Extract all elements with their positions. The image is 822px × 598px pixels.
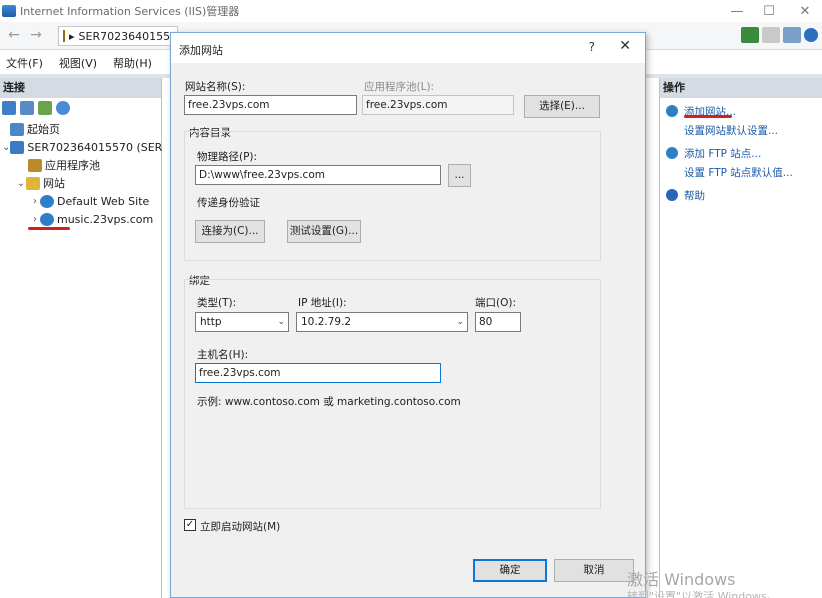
menu-file[interactable]: 文件(F) (6, 55, 43, 71)
host-input[interactable]: free.23vps.com (195, 363, 441, 383)
annotation-underline (28, 227, 70, 230)
help-icon (666, 189, 678, 201)
physical-path-input[interactable]: D:\www\free.23vps.com (195, 165, 441, 185)
connections-tree: 起始页 ⌄ SER702364015570 (SER702 应用程序池 ⌄ 网站… (0, 118, 183, 230)
back-button[interactable]: ← (4, 27, 24, 45)
start-page-icon (10, 122, 24, 136)
connections-panel: 连接 起始页 ⌄ SER702364015570 (SER702 应用程序池 ⌄… (0, 78, 183, 598)
app-pool-input: free.23vps.com (362, 95, 514, 115)
action-group-help: 帮助 (660, 188, 822, 203)
globe-icon (40, 194, 54, 208)
refresh-icon[interactable] (741, 27, 759, 43)
minimize-button[interactable]: — (720, 0, 754, 22)
host-label: 主机名(H): (197, 349, 249, 361)
add-website-dialog: 添加网站 ? ✕ 网站名称(S): free.23vps.com 应用程序池(L… (170, 32, 646, 598)
activation-watermark-sub: 转到"设置"以激活 Windows。 (627, 590, 778, 598)
chevron-down-icon: ⌄ (456, 317, 464, 327)
port-input[interactable]: 80 (475, 312, 521, 332)
window-close-button[interactable]: ✕ (788, 0, 822, 22)
tree-label: SER702364015570 (SER702 (27, 140, 184, 154)
connections-header: 连接 (0, 78, 161, 98)
tree-item-music-site[interactable]: › music.23vps.com (0, 210, 161, 228)
type-label: 类型(T): (197, 297, 237, 309)
tree-item-app-pools[interactable]: 应用程序池 (0, 156, 161, 174)
globe-add-icon (666, 105, 678, 117)
port-label: 端口(O): (475, 297, 516, 309)
activation-watermark: 激活 Windows (627, 570, 736, 589)
address-tools (741, 27, 818, 43)
app-pool-label: 应用程序池(L): (364, 81, 435, 93)
tree-label: music.23vps.com (57, 212, 154, 226)
tree-item-server[interactable]: ⌄ SER702364015570 (SER702 (0, 138, 183, 156)
dialog-titlebar: 添加网站 ? ✕ (171, 33, 645, 63)
connections-icon[interactable] (56, 101, 70, 115)
tree-item-sites[interactable]: ⌄ 网站 (0, 174, 161, 192)
connect-as-button[interactable]: 连接为(C)... (195, 220, 265, 243)
connect-icon[interactable] (2, 101, 16, 115)
tree-label: 网站 (43, 177, 65, 190)
set-ftp-defaults-link[interactable]: 设置 FTP 站点默认值... (684, 165, 793, 180)
dialog-title: 添加网站 (179, 44, 223, 57)
test-settings-button[interactable]: 测试设置(G)... (287, 220, 361, 243)
set-site-defaults-link[interactable]: 设置网站默认设置... (684, 123, 778, 138)
server-icon (63, 30, 65, 42)
physical-path-label: 物理路径(P): (197, 151, 258, 163)
server-node-icon (10, 140, 25, 154)
type-select-value: http (200, 316, 222, 328)
start-now-label[interactable]: 立即启动网站(M) (200, 519, 280, 534)
help-link[interactable]: 帮助 (684, 188, 705, 203)
connections-toolbar (0, 98, 161, 118)
tree-label: 起始页 (27, 123, 60, 136)
path-node-server[interactable]: SER70236401557 (79, 30, 178, 43)
forward-button[interactable]: → (26, 27, 46, 45)
globe-icon (40, 212, 54, 226)
type-select[interactable]: http ⌄ (195, 312, 289, 332)
action-group-sites: 添加网站... 设置网站默认设置... (660, 104, 822, 138)
cancel-button[interactable]: 取消 (554, 559, 634, 582)
menu-help[interactable]: 帮助(H) (113, 55, 152, 71)
path-separator: ▸ (69, 29, 75, 43)
collapse-icon[interactable]: ⌄ (16, 178, 26, 189)
window-titlebar: Internet Information Services (IIS)管理器 (0, 0, 822, 22)
tree-item-default-web-site[interactable]: › Default Web Site (0, 192, 161, 210)
browse-path-button[interactable]: ... (448, 164, 471, 187)
stop-icon[interactable] (762, 27, 780, 43)
app-pool-icon (28, 158, 42, 172)
ip-select-value: 10.2.79.2 (301, 316, 352, 328)
save-icon[interactable] (20, 101, 34, 115)
expand-icon[interactable]: › (30, 214, 40, 225)
start-now-checkbox[interactable]: ✓ (184, 519, 196, 531)
help-icon[interactable] (804, 28, 818, 42)
sites-folder-icon (26, 176, 40, 190)
ip-label: IP 地址(I): (298, 297, 347, 309)
action-group-ftp: 添加 FTP 站点... 设置 FTP 站点默认值... (660, 146, 822, 180)
ftp-add-icon (666, 147, 678, 159)
tree-label: Default Web Site (57, 194, 150, 208)
address-path[interactable]: ▸ SER70236401557 (58, 26, 178, 46)
ok-button[interactable]: 确定 (473, 559, 547, 582)
ip-select[interactable]: 10.2.79.2 ⌄ (296, 312, 468, 332)
tree-item-start-page[interactable]: 起始页 (0, 120, 161, 138)
site-name-label: 网站名称(S): (185, 81, 246, 93)
dialog-help-button[interactable]: ? (589, 40, 595, 54)
actions-header: 操作 (660, 78, 822, 98)
dialog-close-button[interactable]: ✕ (619, 38, 631, 54)
home-icon[interactable] (783, 27, 801, 43)
window-title: Internet Information Services (IIS)管理器 (20, 5, 240, 18)
pass-auth-label: 传递身份验证 (197, 197, 260, 209)
menu-view[interactable]: 视图(V) (59, 55, 97, 71)
site-name-input[interactable]: free.23vps.com (184, 95, 357, 115)
annotation-underline (684, 115, 732, 118)
add-ftp-site-link[interactable]: 添加 FTP 站点... (684, 146, 793, 161)
tree-label: 应用程序池 (45, 159, 100, 172)
iis-app-icon (2, 5, 16, 17)
expand-icon[interactable]: › (30, 196, 40, 207)
actions-panel: 操作 添加网站... 设置网站默认设置... 添加 FTP 站点... 设置 F… (659, 78, 822, 598)
host-example-text: 示例: www.contoso.com 或 marketing.contoso.… (197, 396, 461, 408)
maximize-button[interactable]: ☐ (752, 0, 786, 22)
select-app-pool-button[interactable]: 选择(E)... (524, 95, 600, 118)
up-icon[interactable] (38, 101, 52, 115)
chevron-down-icon: ⌄ (277, 317, 285, 327)
collapse-icon[interactable]: ⌄ (2, 142, 10, 153)
